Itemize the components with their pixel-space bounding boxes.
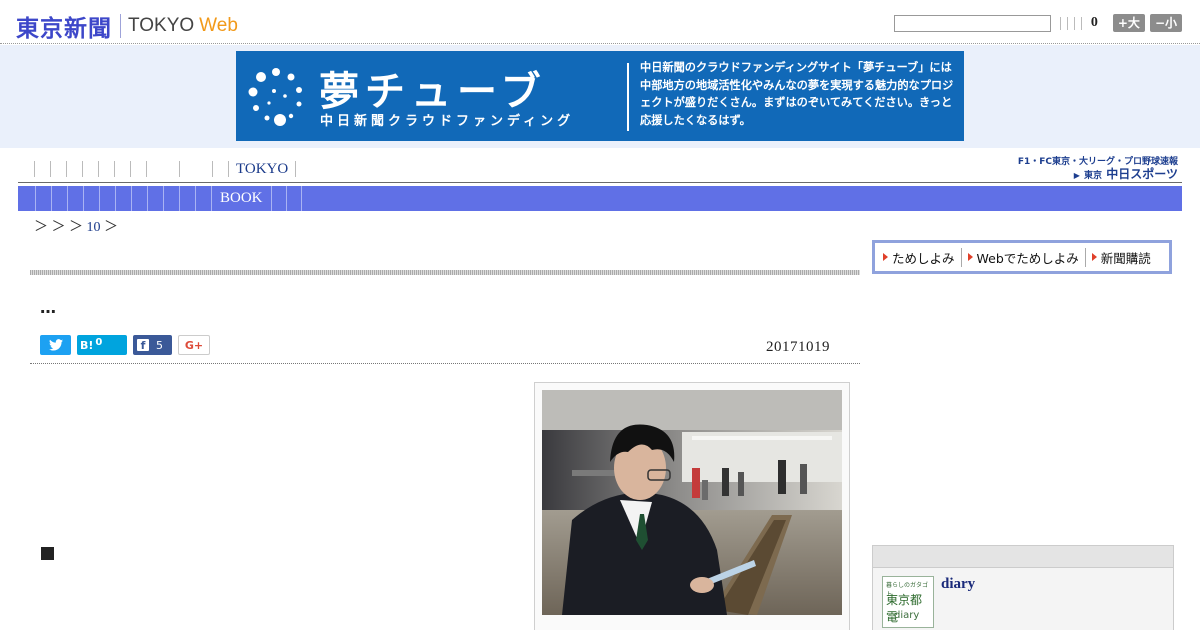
hatena-icon: B! <box>80 338 94 352</box>
hatena-count: 0 <box>95 336 103 348</box>
sidebar-box-header <box>873 546 1173 568</box>
category-item[interactable] <box>52 186 68 211</box>
nav-item-tokyo[interactable]: TOKYO <box>229 161 295 178</box>
font-smaller-button[interactable]: −小 <box>1149 14 1182 32</box>
banner-subtitle: 中日新聞クラウドファンディング <box>320 114 575 129</box>
arrow-right-icon <box>883 253 888 261</box>
google-plus-share-button[interactable]: G+ <box>178 335 210 355</box>
hatena-bookmark-button[interactable]: B! 0 <box>77 335 127 355</box>
chunichi-logo: ▶ 東京 中日スポーツ <box>1074 165 1178 182</box>
breadcrumb: ＞ ＞ ＞ 10 ＞ <box>34 216 118 236</box>
web-trial-reading-label: Webでためしよみ <box>976 250 1079 266</box>
article-title: … <box>40 298 57 317</box>
category-item[interactable] <box>272 186 287 211</box>
web-trial-reading-link[interactable]: Webでためしよみ <box>967 247 1086 267</box>
diary-link[interactable]: diary <box>941 576 975 593</box>
header-link[interactable] <box>1080 16 1082 30</box>
category-item[interactable] <box>196 186 212 211</box>
sidebar-diary-box: 暮らしのガタゴト 東京都電 diary diary <box>872 545 1174 630</box>
header-tools: 0 +大 −小 <box>893 14 1182 32</box>
logo-divider <box>120 14 121 38</box>
banner-strip: 夢チューブ 中日新聞クラウドファンディング 中日新聞のクラウドファンディングサイ… <box>0 45 1200 148</box>
nav-underline <box>18 182 1182 183</box>
nav-separator <box>50 161 51 177</box>
logo-web: Web <box>199 15 238 36</box>
nav-separator <box>34 161 35 177</box>
article-dotted-rule <box>30 363 860 364</box>
logo-tokyo: TOKYO <box>128 15 195 36</box>
nav-separator <box>179 161 180 177</box>
banner-description: 中日新聞のクラウドファンディングサイト「夢チューブ」には中部地方の地域活性化やみ… <box>640 61 954 127</box>
article-photo-frame <box>534 382 850 630</box>
category-item[interactable] <box>100 186 116 211</box>
font-size-count: 0 <box>1090 15 1098 30</box>
twitter-bird-icon <box>48 339 63 351</box>
category-item[interactable] <box>116 186 132 211</box>
banner-title: 夢チューブ <box>319 69 547 115</box>
site-header: 東京新聞 TOKYO Web 0 +大 −小 <box>0 0 1200 44</box>
diary-thumb-word: diary <box>894 610 920 621</box>
header-link[interactable] <box>1066 16 1068 30</box>
header-link[interactable] <box>1059 16 1061 30</box>
facebook-icon: f <box>137 339 149 352</box>
category-item[interactable] <box>36 186 52 211</box>
yume-tube-banner[interactable]: 夢チューブ 中日新聞クラウドファンディング 中日新聞のクラウドファンディングサイ… <box>236 51 964 141</box>
logo-japanese: 東京新聞 <box>16 16 112 42</box>
social-share-bar: B! 0 f 5 G+ <box>40 335 216 355</box>
category-item[interactable] <box>18 186 36 211</box>
trial-reading-link[interactable]: ためしよみ <box>883 247 962 267</box>
category-item[interactable] <box>164 186 180 211</box>
arrow-right-icon <box>1091 253 1097 261</box>
chunichi-sports-link[interactable]: F1・FC東京・大リーグ・プロ野球速報 ▶ 東京 中日スポーツ <box>1018 154 1178 182</box>
dots-logo-icon <box>248 68 302 126</box>
header-link[interactable] <box>1073 16 1075 30</box>
category-item[interactable] <box>132 186 148 211</box>
primary-nav: TOKYO <box>34 160 297 178</box>
subscribe-link[interactable]: 新聞購読 <box>1091 248 1157 267</box>
category-item[interactable] <box>148 186 164 211</box>
article-top-rule <box>30 270 860 275</box>
nav-separator <box>295 161 297 177</box>
twitter-share-button[interactable] <box>40 335 71 355</box>
category-nav: BOOK <box>18 186 1182 211</box>
category-item-book[interactable]: BOOK <box>212 186 272 211</box>
category-item[interactable] <box>287 186 302 211</box>
breadcrumb-link[interactable]: 10 <box>87 220 101 235</box>
breadcrumb-arrows: ＞ ＞ ＞ <box>34 220 83 235</box>
subscribe-label: 新聞購読 <box>1100 250 1151 266</box>
nav-separator <box>66 161 67 177</box>
breadcrumb-trailing: ＞ <box>104 220 118 235</box>
trial-reading-label: ためしよみ <box>892 250 955 266</box>
category-item[interactable] <box>84 186 100 211</box>
arrow-right-icon <box>967 253 973 261</box>
nav-separator <box>114 161 115 177</box>
header-link-separators <box>1057 16 1085 30</box>
nav-separator <box>98 161 99 177</box>
site-logo[interactable]: 東京新聞 TOKYO Web <box>16 9 238 43</box>
section-bullet <box>41 547 54 560</box>
article-photo[interactable] <box>542 390 842 615</box>
nav-separator <box>146 161 147 177</box>
category-item[interactable] <box>68 186 84 211</box>
category-item[interactable] <box>180 186 196 211</box>
nav-separator <box>130 161 131 177</box>
banner-divider <box>627 63 629 131</box>
article-date: 20171019 <box>766 339 830 355</box>
subscribe-box: ためしよみ Webでためしよみ 新聞購読 <box>872 240 1172 274</box>
diary-thumbnail[interactable]: 暮らしのガタゴト 東京都電 diary <box>882 576 934 628</box>
font-larger-button[interactable]: +大 <box>1112 14 1145 32</box>
nav-separator <box>212 161 213 177</box>
search-input[interactable] <box>893 14 1051 32</box>
nav-separator <box>82 161 83 177</box>
chunichi-tokyo: 東京 <box>1084 171 1103 181</box>
facebook-count: 5 <box>156 338 163 352</box>
facebook-share-button[interactable]: f 5 <box>133 335 172 355</box>
chunichi-name: 中日スポーツ <box>1106 167 1178 181</box>
arrow-right-icon: ▶ <box>1073 171 1080 180</box>
